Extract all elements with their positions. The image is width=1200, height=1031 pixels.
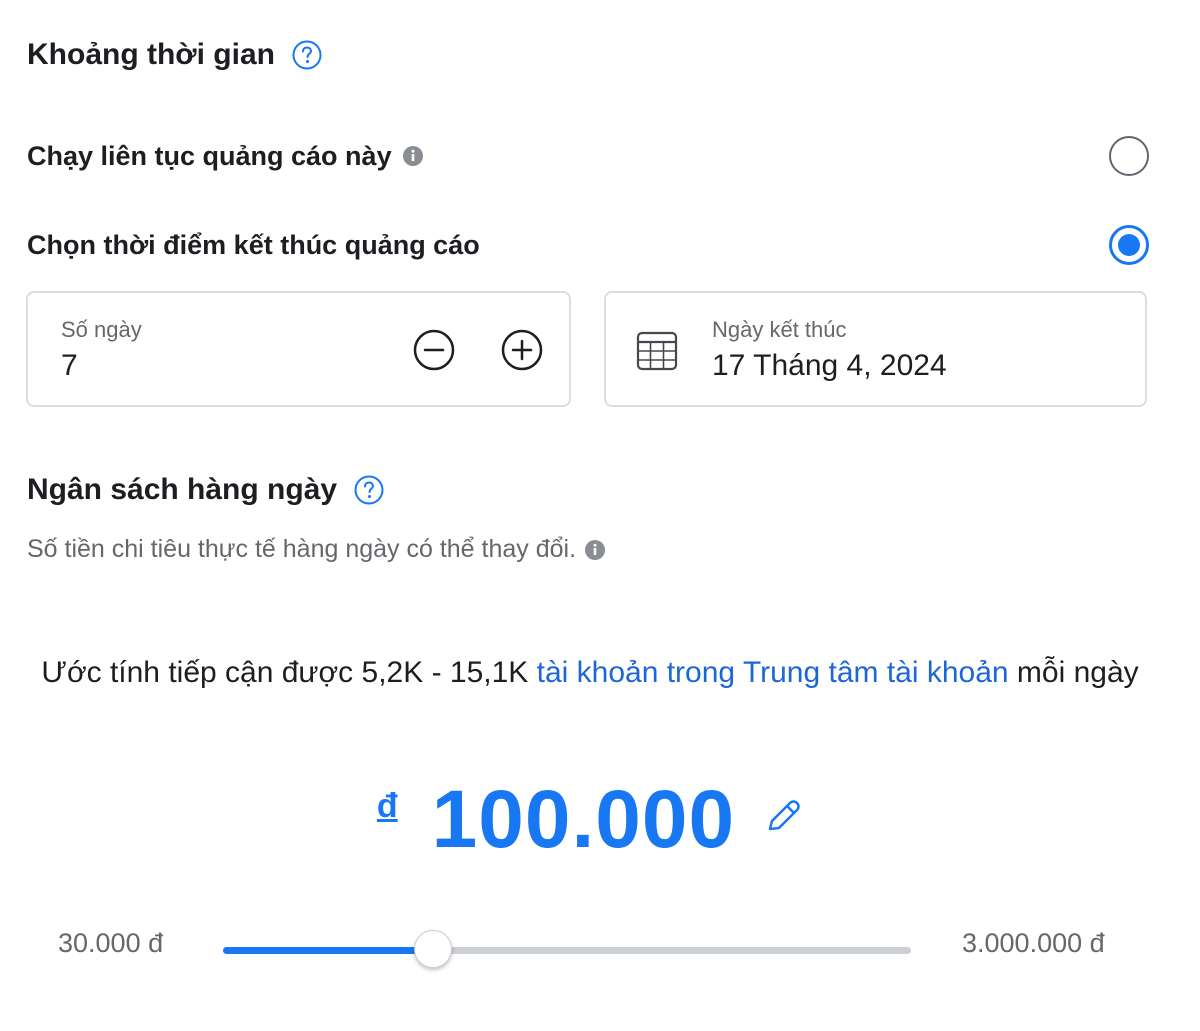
budget-section-title: Ngân sách hàng ngày <box>27 473 385 507</box>
budget-info-icon[interactable] <box>584 539 606 561</box>
option-run-continuously[interactable]: Chạy liên tục quảng cáo này <box>27 133 1149 179</box>
budget-slider-thumb[interactable] <box>413 930 452 968</box>
slider-max-label: 3.000.000 đ <box>962 928 1105 958</box>
reach-estimate: Ước tính tiếp cận được 5,2K - 15,1K tài … <box>0 652 1180 694</box>
radio-run-continuously[interactable] <box>1109 136 1149 176</box>
days-field-caption: Số ngày <box>61 317 142 342</box>
budget-subtitle-text: Số tiền chi tiêu thực tế hàng ngày có th… <box>27 535 577 563</box>
currency-selector[interactable]: đ <box>377 787 398 826</box>
option-run-continuously-label: Chạy liên tục quảng cáo này <box>27 141 424 172</box>
budget-amount-value[interactable]: 100.000 <box>432 773 735 867</box>
option-run-continuously-text: Chạy liên tục quảng cáo này <box>27 140 392 171</box>
days-field[interactable]: Số ngày 7 <box>26 291 571 407</box>
end-date-value[interactable]: 17 Tháng 4, 2024 <box>712 349 947 383</box>
help-icon[interactable] <box>291 39 323 71</box>
radio-selected-dot <box>1118 234 1140 256</box>
budget-subtitle: Số tiền chi tiêu thực tế hàng ngày có th… <box>27 535 606 564</box>
decrease-days-button[interactable] <box>411 327 457 373</box>
duration-title-text: Khoảng thời gian <box>27 38 275 71</box>
budget-help-icon[interactable] <box>353 474 385 506</box>
pencil-icon[interactable] <box>763 796 803 836</box>
minus-circle-icon <box>413 329 455 371</box>
slider-min-label: 30.000 đ <box>58 928 164 958</box>
plus-circle-icon <box>501 329 543 371</box>
calendar-icon <box>636 331 678 371</box>
end-date-field[interactable]: Ngày kết thúc 17 Tháng 4, 2024 <box>604 291 1147 407</box>
end-date-caption: Ngày kết thúc <box>712 317 847 342</box>
info-icon[interactable] <box>402 145 424 167</box>
increase-days-button[interactable] <box>499 327 545 373</box>
ad-settings-panel: Khoảng thời gian Chạy liên tục quảng cáo… <box>0 0 1200 1031</box>
option-choose-end-time-text: Chọn thời điểm kết thúc quảng cáo <box>27 229 480 260</box>
accounts-center-link[interactable]: tài khoản trong Trung tâm tài khoản <box>537 656 1009 689</box>
option-choose-end-time-label: Chọn thời điểm kết thúc quảng cáo <box>27 230 480 261</box>
estimate-prefix: Ước tính tiếp cận được 5,2K - 15,1K <box>41 656 537 689</box>
days-field-value[interactable]: 7 <box>61 349 78 383</box>
duration-section-title: Khoảng thời gian <box>27 38 323 72</box>
option-choose-end-time[interactable]: Chọn thời điểm kết thúc quảng cáo <box>27 222 1149 268</box>
budget-slider-fill <box>223 947 433 954</box>
budget-title-text: Ngân sách hàng ngày <box>27 473 338 506</box>
radio-choose-end-time[interactable] <box>1109 225 1149 265</box>
estimate-suffix: mỗi ngày <box>1008 656 1139 689</box>
daily-budget-amount: đ 100.000 <box>0 770 1180 870</box>
